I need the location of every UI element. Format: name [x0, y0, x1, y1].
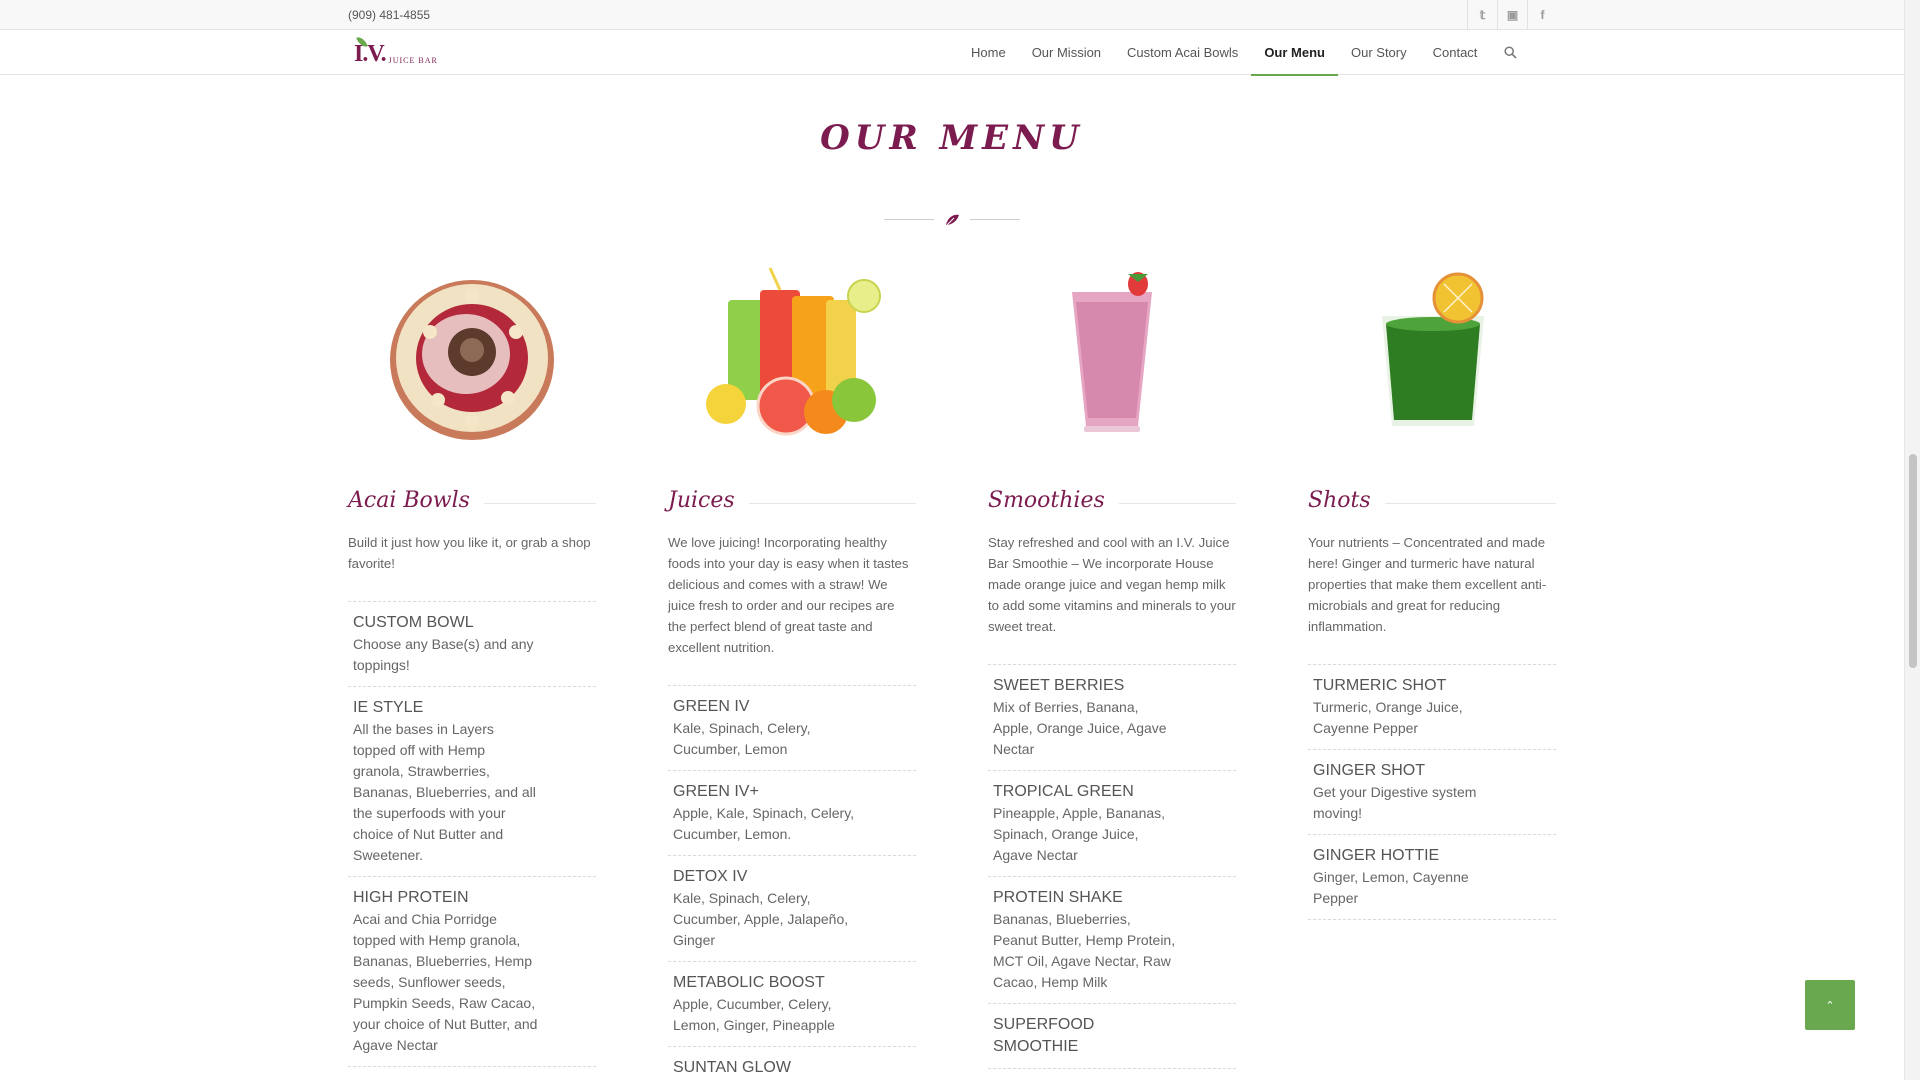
category-description: Stay refreshed and cool with an I.V. Jui… [988, 535, 1236, 634]
menu-items-list: CUSTOM BOWL Choose any Base(s) and any t… [348, 601, 596, 1067]
divider-line-left [884, 219, 934, 220]
category-title: Juices [668, 488, 749, 513]
green-shot-image [1308, 262, 1556, 442]
menu-item: SUPERFOOD SMOOTHIE [988, 1004, 1236, 1069]
menu-item-name: GINGER SHOT [1313, 762, 1426, 779]
divider-line-right [970, 219, 1020, 220]
menu-item: METABOLIC BOOST Apple, Cucumber, Celery,… [668, 962, 916, 1047]
nav-custom-acai-bowls[interactable]: Custom Acai Bowls [1114, 30, 1251, 75]
main-header: I.V. JUICE BAR Home Our Mission Custom A… [0, 30, 1904, 76]
page-title: OUR MENU [820, 118, 1084, 158]
menu-item-name: DETOX IV [673, 868, 748, 885]
menu-item-name: GREEN IV [673, 698, 750, 715]
juice-glasses-image [668, 262, 916, 442]
nav-home[interactable]: Home [958, 30, 1019, 75]
menu-item: GREEN IV+ Apple, Kale, Spinach, Celery, … [668, 771, 916, 856]
menu-item-description: Ginger, Lemon, Cayenne Pepper [1313, 869, 1469, 906]
twitter-icon[interactable]: 𝕥 [1467, 0, 1497, 30]
site-logo[interactable]: I.V. JUICE BAR [354, 34, 438, 68]
menu-item-description: Mix of Berries, Banana, Apple, Orange Ju… [993, 699, 1167, 757]
back-to-top-button[interactable]: ⌃ [1805, 980, 1855, 1030]
menu-item-name: GINGER HOTTIE [1313, 847, 1440, 864]
nav-contact[interactable]: Contact [1420, 30, 1491, 75]
menu-column-shots: Shots Your nutrients – Concentrated and … [1308, 262, 1556, 920]
menu-items-list: TURMERIC SHOT Turmeric, Orange Juice, Ca… [1308, 664, 1556, 920]
menu-item: SWEET BERRIES Mix of Berries, Banana, Ap… [988, 665, 1236, 771]
menu-item-description: Bananas, Blueberries, Peanut Butter, Hem… [993, 911, 1176, 990]
main-nav: Home Our Mission Custom Acai Bowls Our M… [958, 30, 1530, 76]
page-scrollbar[interactable] [1904, 0, 1920, 1080]
menu-column-smoothies: Smoothies Stay refreshed and cool with a… [988, 262, 1236, 1069]
menu-item: PROTEIN SHAKE Bananas, Blueberries, Pean… [988, 877, 1236, 1004]
category-header-shots: Shots [1308, 488, 1556, 516]
search-icon[interactable] [1490, 30, 1530, 75]
category-description: We love juicing! Incorporating healthy f… [668, 535, 909, 655]
scrollbar-thumb[interactable] [1909, 454, 1917, 668]
menu-column-juices: Juices We love juicing! Incorporating he… [668, 262, 916, 1080]
menu-item-name: SUNTAN GLOW [673, 1059, 791, 1076]
menu-item-description: Kale, Spinach, Celery, Cucumber, Apple, … [673, 890, 849, 948]
menu-item: GINGER HOTTIE Ginger, Lemon, Cayenne Pep… [1308, 835, 1556, 920]
menu-item-description: Get your Digestive system moving! [1313, 784, 1477, 821]
menu-item: IE STYLE All the bases in Layers topped … [348, 687, 596, 877]
menu-item: GINGER SHOT Get your Digestive system mo… [1308, 750, 1556, 835]
menu-item-description: Kale, Spinach, Celery, Cucumber, Lemon [673, 720, 811, 757]
menu-item: HIGH PROTEIN Acai and Chia Porridge topp… [348, 877, 596, 1067]
menu-item-name: TURMERIC SHOT [1313, 677, 1447, 694]
menu-item-description: Choose any Base(s) and any toppings! [353, 636, 534, 673]
menu-item-name: SUPERFOOD SMOOTHIE [993, 1016, 1095, 1055]
menu-items-list: SWEET BERRIES Mix of Berries, Banana, Ap… [988, 664, 1236, 1069]
category-title: Shots [1308, 488, 1385, 513]
menu-item-description: All the bases in Layers topped off with … [353, 721, 536, 863]
category-description: Build it just how you like it, or grab a… [348, 535, 591, 571]
menu-item: GREEN IV Kale, Spinach, Celery, Cucumber… [668, 686, 916, 771]
category-header-acai-bowls: Acai Bowls [348, 488, 596, 516]
menu-item-name: HIGH PROTEIN [353, 889, 469, 906]
menu-item-description: Acai and Chia Porridge topped with Hemp … [353, 911, 538, 1053]
nav-our-menu[interactable]: Our Menu [1251, 30, 1338, 76]
menu-item-description: Apple, Cucumber, Celery, Lemon, Ginger, … [673, 996, 835, 1033]
menu-item-name: GREEN IV+ [673, 783, 759, 800]
menu-item: DETOX IV Kale, Spinach, Celery, Cucumber… [668, 856, 916, 962]
category-description: Your nutrients – Concentrated and made h… [1308, 535, 1547, 634]
menu-item-name: CUSTOM BOWL [353, 614, 474, 631]
menu-item-name: TROPICAL GREEN [993, 783, 1134, 800]
menu-item-description: Turmeric, Orange Juice, Cayenne Pepper [1313, 699, 1463, 736]
title-divider [884, 212, 1020, 228]
menu-item: SUNTAN GLOW [668, 1047, 916, 1080]
menu-item: TURMERIC SHOT Turmeric, Orange Juice, Ca… [1308, 665, 1556, 750]
category-title: Acai Bowls [348, 488, 484, 513]
menu-items-list: GREEN IV Kale, Spinach, Celery, Cucumber… [668, 685, 916, 1080]
menu-item-name: SWEET BERRIES [993, 677, 1125, 694]
menu-item-description: Pineapple, Apple, Bananas, Spinach, Oran… [993, 805, 1166, 863]
nav-our-story[interactable]: Our Story [1338, 30, 1420, 75]
menu-item: TROPICAL GREEN Pineapple, Apple, Bananas… [988, 771, 1236, 877]
facebook-icon[interactable]: f [1527, 0, 1557, 30]
menu-item-name: IE STYLE [353, 699, 424, 716]
leaf-icon [945, 214, 959, 227]
menu-item-name: PROTEIN SHAKE [993, 889, 1123, 906]
top-bar: (909) 481-4855 𝕥 ▣ f [0, 0, 1904, 30]
menu-item: CUSTOM BOWL Choose any Base(s) and any t… [348, 602, 596, 687]
social-links: 𝕥 ▣ f [1467, 0, 1557, 30]
logo-mark: I.V. [354, 41, 387, 67]
category-header-juices: Juices [668, 488, 916, 516]
nav-our-mission[interactable]: Our Mission [1019, 30, 1114, 75]
menu-item-name: METABOLIC BOOST [673, 974, 825, 991]
smoothie-glass-image [988, 262, 1236, 442]
logo-subtitle: JUICE BAR [388, 56, 438, 65]
instagram-icon[interactable]: ▣ [1497, 0, 1527, 30]
acai-bowl-image [348, 262, 596, 442]
menu-column-acai-bowls: Acai Bowls Build it just how you like it… [348, 262, 596, 1067]
category-header-smoothies: Smoothies [988, 488, 1236, 516]
chevron-up-icon: ⌃ [1825, 999, 1835, 1012]
category-title: Smoothies [988, 488, 1119, 513]
menu-item-description: Apple, Kale, Spinach, Celery, Cucumber, … [673, 805, 855, 842]
phone-number[interactable]: (909) 481-4855 [348, 8, 430, 22]
